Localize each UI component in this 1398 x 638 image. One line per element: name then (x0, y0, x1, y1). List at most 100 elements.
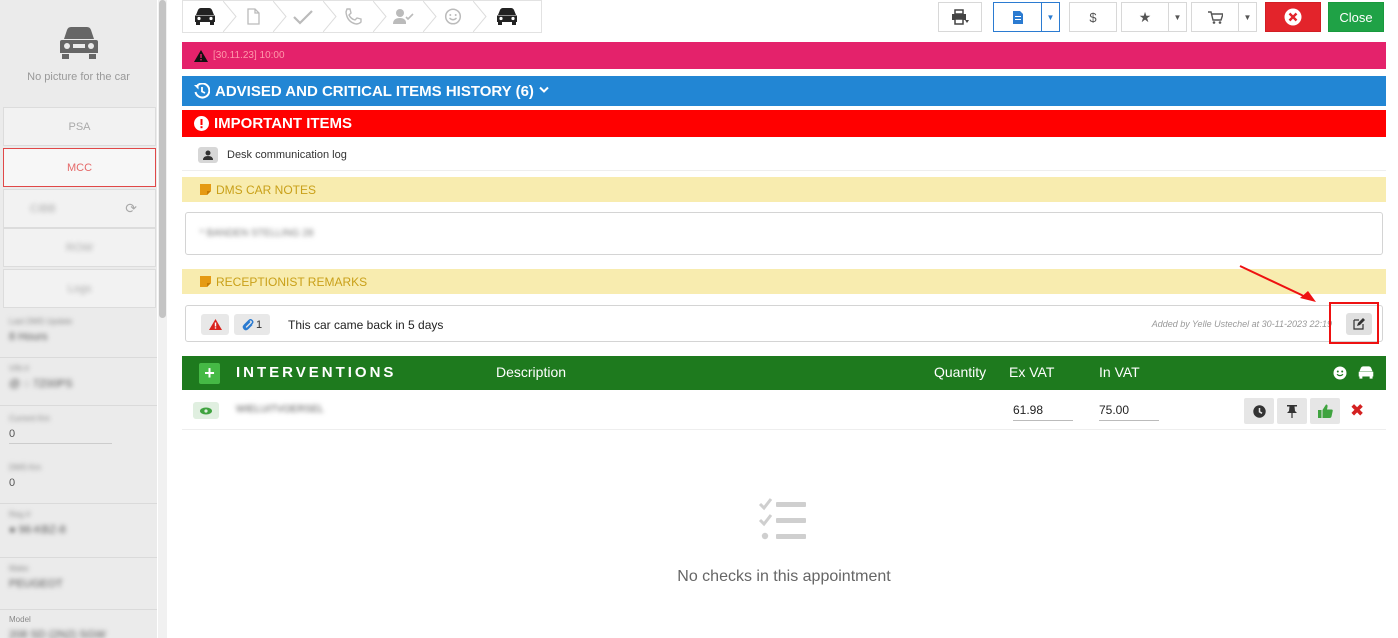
attachment-count: 1 (255, 318, 263, 331)
app-root: No picture for the car PSA MCC CIBB ⟳ RO… (0, 0, 1398, 638)
checkmark-icon (293, 10, 313, 25)
divider (0, 557, 157, 558)
step-document[interactable] (235, 1, 271, 32)
close-button[interactable]: Close (1328, 2, 1384, 32)
delete-row-icon[interactable]: ✖ (1350, 401, 1364, 421)
step-check[interactable] (285, 1, 321, 32)
approve-button[interactable] (1310, 398, 1340, 424)
chevron-down-icon (539, 85, 549, 97)
col-in-vat: In VAT (1099, 364, 1140, 380)
step-satisfaction[interactable] (435, 1, 471, 32)
step-car-in[interactable] (187, 1, 223, 32)
receptionist-remarks-header: RECEPTIONIST REMARKS (182, 269, 1386, 294)
current-km-input[interactable]: 0 (9, 428, 112, 444)
remark-text: This car came back in 5 days (288, 318, 444, 332)
smiley-icon (444, 8, 462, 25)
car-icon (59, 27, 98, 59)
cancel-button[interactable] (1265, 2, 1321, 32)
currency-button[interactable]: $ (1069, 2, 1117, 32)
empty-state-message: No checks in this appointment (677, 568, 891, 585)
add-intervention-button[interactable]: + (199, 363, 220, 384)
logs-label: Logs (67, 282, 92, 295)
divider (0, 609, 157, 610)
history-icon (194, 83, 210, 99)
row-button[interactable]: ROW (3, 228, 156, 267)
close-circle-icon (1284, 8, 1302, 26)
field-label: Last DMS Update (9, 317, 73, 326)
sidebar-scrollbar[interactable] (158, 0, 167, 638)
field-value: 0 (9, 477, 16, 489)
highlight-box (1329, 302, 1379, 344)
psa-button[interactable]: PSA (3, 107, 156, 146)
field-label: Model (9, 615, 31, 624)
no-picture-text: No picture for the car (27, 71, 130, 83)
user-check-icon (393, 9, 414, 24)
history-title: ADVISED AND CRITICAL ITEMS HISTORY (6) (215, 82, 534, 100)
favorite-dropdown-button[interactable]: ★ ▼ (1121, 2, 1187, 32)
ex-vat-input[interactable]: 61.98 (1013, 403, 1073, 421)
field-label: DMS Km (9, 463, 41, 472)
field-label: Current Km (9, 414, 50, 423)
history-bar[interactable]: ADVISED AND CRITICAL ITEMS HISTORY (6) (182, 76, 1386, 106)
mcc-label: MCC (66, 161, 93, 174)
field-last-dms-update: Last DMS Update 8 Hours (0, 317, 157, 343)
step-car-out[interactable] (489, 1, 525, 32)
cart-icon (1192, 10, 1238, 24)
dms-car-notes-header: DMS CAR NOTES (182, 177, 1386, 202)
printer-icon (952, 9, 969, 25)
caret-down-icon: ▼ (1168, 3, 1186, 31)
remark-added-by: Added by Yelle Ustechel at 30-11-2023 22… (1151, 319, 1332, 329)
paperclip-icon (242, 318, 254, 330)
exclamation-circle-icon (194, 116, 209, 131)
attachment-badge[interactable]: 1 (234, 314, 270, 335)
print-button[interactable] (938, 2, 982, 32)
phone-icon (345, 8, 362, 25)
important-items-bar: IMPORTANT ITEMS (182, 110, 1386, 137)
alert-text: [30.11.23] 10:00 (213, 50, 285, 61)
caret-down-icon: ▼ (1238, 3, 1256, 31)
file-icon (994, 10, 1041, 24)
sticky-note-icon (200, 184, 211, 195)
status-eye-button[interactable] (193, 402, 219, 419)
intervention-description: WIELUITVOERSEL (236, 404, 324, 415)
eye-icon (200, 407, 212, 414)
table-row: WIELUITVOERSEL 61.98 75.00 ✖ (182, 393, 1386, 430)
car-icon (1358, 366, 1374, 379)
thumbs-up-icon (1317, 404, 1333, 418)
divider (0, 357, 157, 358)
code-button[interactable]: CIBB ⟳ (3, 189, 156, 228)
user-icon (198, 147, 218, 163)
dollar-label: $ (1089, 9, 1097, 25)
refresh-icon[interactable]: ⟳ (125, 200, 137, 217)
receptionist-remark-row: 1 This car came back in 5 days Added by … (185, 305, 1383, 342)
caret-down-icon: ▼ (1041, 3, 1059, 31)
appointment-alert-bar: [30.11.23] 10:00 (182, 42, 1386, 69)
desk-communication-log[interactable]: Desk communication log (182, 140, 1386, 171)
scrollbar-thumb[interactable] (159, 0, 166, 318)
annotation-arrow (1239, 265, 1316, 302)
mcc-button[interactable]: MCC (3, 148, 156, 187)
document-dropdown-button[interactable]: ▼ (993, 2, 1060, 32)
smiley-icon (1333, 366, 1347, 380)
important-title: IMPORTANT ITEMS (214, 115, 353, 132)
field-value: 8 Hours (9, 331, 48, 343)
time-button[interactable] (1244, 398, 1274, 424)
field-model: Model 208 SD (2N2) SGW (0, 615, 157, 638)
car-picture-placeholder: No picture for the car (0, 0, 157, 104)
clock-icon (1252, 404, 1266, 418)
step-separator (473, 1, 487, 32)
empty-checks-state: No checks in this appointment (182, 495, 1386, 586)
logs-button[interactable]: Logs (3, 269, 156, 308)
step-user-approved[interactable] (385, 1, 421, 32)
field-value: 208 SD (2N2) SGW (9, 629, 106, 638)
step-call[interactable] (335, 1, 371, 32)
in-vat-input[interactable]: 75.00 (1099, 403, 1159, 421)
workflow-stepper (182, 0, 542, 33)
col-ex-vat: Ex VAT (1009, 364, 1055, 380)
interventions-title: INTERVENTIONS (236, 364, 397, 381)
cart-dropdown-button[interactable]: ▼ (1191, 2, 1257, 32)
field-current-km[interactable]: Current Km 0 (0, 414, 157, 444)
row-label: ROW (66, 241, 93, 254)
pin-button[interactable] (1277, 398, 1307, 424)
car-icon (497, 8, 517, 25)
